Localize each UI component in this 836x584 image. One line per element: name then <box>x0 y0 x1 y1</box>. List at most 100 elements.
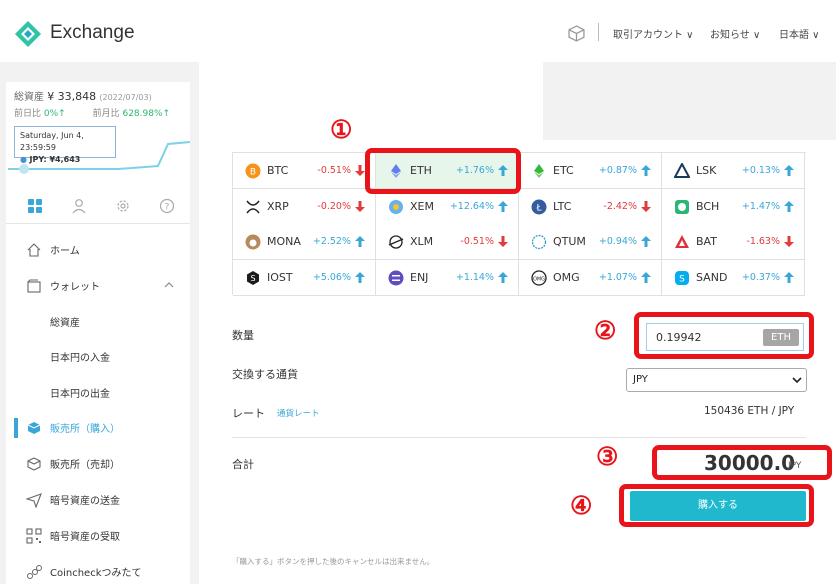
app-name[interactable]: Exchange <box>50 22 135 44</box>
currency-select[interactable]: JPY <box>626 368 807 392</box>
coin-change: +0.94% <box>598 236 637 247</box>
coin-cell-xrp[interactable]: XRP -0.20% <box>233 188 376 225</box>
quantity-label: 数量 <box>232 329 254 342</box>
arrow-down-icon <box>784 236 794 247</box>
coin-cell-lsk[interactable]: LSK +0.13% <box>662 153 805 189</box>
sidebar-item-home[interactable]: ホーム <box>6 232 190 268</box>
sidebar-item-send[interactable]: 暗号資産の送金 <box>6 482 190 518</box>
coin-change: +0.13% <box>741 165 780 176</box>
coin-change: -0.51% <box>460 236 494 247</box>
svg-text:S: S <box>250 274 255 283</box>
header-divider <box>598 23 599 41</box>
annotation-4: ④ <box>570 491 593 520</box>
sidebar-item-buy[interactable]: 販売所（購入） <box>6 410 190 446</box>
coin-symbol: BTC <box>267 164 289 177</box>
rate-link[interactable]: 通貨レート <box>277 407 320 419</box>
enj-coin-icon <box>388 270 404 285</box>
arrow-down-icon <box>641 200 651 212</box>
coin-cell-etc[interactable]: ETC +0.87% <box>519 153 662 189</box>
arrow-up-icon <box>498 200 508 212</box>
xem-coin-icon <box>389 199 403 214</box>
coin-change: -1.63% <box>746 236 780 247</box>
coin-change: +2.52% <box>312 236 351 247</box>
coin-cell-omg[interactable]: OMG OMG +1.07% <box>519 259 662 296</box>
rate-value: 150436 ETH / JPY <box>704 405 795 417</box>
sidebar-item-tsumitate[interactable]: Coincheckつみたて <box>6 554 190 584</box>
coin-symbol: XRP <box>267 199 289 213</box>
arrow-up-icon <box>355 236 365 247</box>
bat-coin-icon <box>675 235 689 248</box>
coin-cell-sand[interactable]: S SAND +0.37% <box>662 259 805 296</box>
sidebar-item-label: 総資産 <box>50 318 80 329</box>
annotation-3: ③ <box>596 442 619 471</box>
sidebar-item-label: 暗号資産の送金 <box>50 496 120 507</box>
svg-text:S: S <box>679 274 685 284</box>
coin-change: +1.07% <box>598 271 637 283</box>
qtum-coin-icon <box>531 234 547 250</box>
coin-symbol: MONA <box>267 235 301 248</box>
highlight-eth <box>365 148 521 194</box>
currency-value: JPY <box>633 374 648 385</box>
coin-cell-xlm[interactable]: XLM -0.51% <box>376 224 519 260</box>
coin-symbol: LSK <box>696 164 717 177</box>
trading-account-menu[interactable]: 取引アカウント ∨ <box>613 26 694 41</box>
xrp-coin-icon <box>246 200 260 213</box>
sidebar-item-total-assets[interactable]: 総資産 <box>6 304 190 340</box>
home-icon <box>27 243 41 257</box>
coin-cell-ltc[interactable]: Ł LTC -2.42% <box>519 188 662 225</box>
notifications-menu[interactable]: お知らせ ∨ <box>710 26 760 41</box>
gear-icon[interactable] <box>115 198 131 214</box>
chevron-down-icon <box>792 377 802 384</box>
coin-cell-iost[interactable]: S IOST +5.06% <box>233 259 376 296</box>
etc-coin-icon <box>534 164 544 178</box>
arrow-up-icon <box>641 236 651 247</box>
total-label: 合計 <box>232 458 254 471</box>
coin-change: +1.14% <box>455 271 494 283</box>
arrow-down-icon <box>355 165 365 176</box>
cube-icon[interactable] <box>568 25 585 42</box>
coins-icon <box>27 565 42 579</box>
sidebar-item-wallet[interactable]: ウォレット <box>6 268 190 304</box>
user-icon[interactable] <box>71 198 87 214</box>
tooltip-value: JPY: ¥4,643 <box>29 155 81 164</box>
grid-icon[interactable] <box>27 198 43 214</box>
sand-coin-icon: S <box>675 270 689 285</box>
language-menu[interactable]: 日本語 ∨ <box>779 26 820 41</box>
coin-cell-mona[interactable]: MONA +2.52% <box>233 224 376 260</box>
iost-coin-icon: S <box>247 270 259 285</box>
coin-cell-enj[interactable]: ENJ +1.14% <box>376 259 519 296</box>
arrow-up-icon <box>498 271 508 283</box>
cube-icon <box>27 457 41 471</box>
coin-change: +0.87% <box>598 165 637 176</box>
coin-change: +0.37% <box>741 271 780 283</box>
sidebar-item-jpy-deposit[interactable]: 日本円の入金 <box>6 339 190 375</box>
exchange-logo-icon[interactable] <box>14 20 42 48</box>
svg-text:Ł: Ł <box>535 203 542 213</box>
help-icon[interactable]: ? <box>159 198 175 214</box>
coin-symbol: ENJ <box>410 270 429 284</box>
chevron-up-icon[interactable] <box>164 280 174 290</box>
coin-cell-bat[interactable]: BAT -1.63% <box>662 224 805 260</box>
coin-cell-qtum[interactable]: QTUM +0.94% <box>519 224 662 260</box>
prev-day-value: 0%↑ <box>43 109 66 119</box>
coin-symbol: ETC <box>553 164 574 177</box>
sidebar-item-sell[interactable]: 販売所（売却） <box>6 446 190 482</box>
annotation-1: ① <box>330 115 353 144</box>
coin-cell-bch[interactable]: BCH +1.47% <box>662 188 805 225</box>
sidebar-item-label: ウォレット <box>50 282 100 293</box>
svg-text:?: ? <box>165 203 170 213</box>
coin-cell-btc[interactable]: B BTC -0.51% <box>233 153 376 189</box>
ltc-coin-icon: Ł <box>531 199 547 214</box>
sidebar-item-jpy-withdraw[interactable]: 日本円の出金 <box>6 375 190 411</box>
sidebar-item-label: Coincheckつみたて <box>50 568 142 579</box>
sidebar-item-receive[interactable]: 暗号資産の受取 <box>6 518 190 554</box>
coin-change: +1.47% <box>741 200 780 212</box>
coin-symbol: LTC <box>553 199 572 213</box>
coin-symbol: XLM <box>410 235 434 248</box>
divider <box>232 437 806 438</box>
sidebar-item-label: 販売所（売却） <box>50 460 120 471</box>
lsk-coin-icon <box>674 163 690 178</box>
coin-symbol: XEM <box>410 199 434 213</box>
coin-symbol: QTUM <box>553 235 586 248</box>
coin-change: -2.42% <box>603 200 637 212</box>
